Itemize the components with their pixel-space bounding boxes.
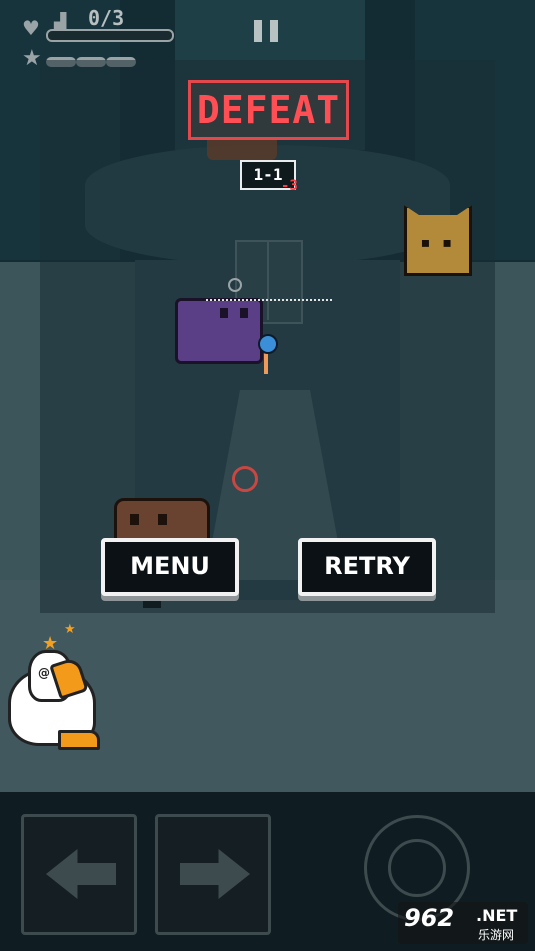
robot-eye — [240, 308, 248, 318]
dizzy-star-icon: ★ — [64, 622, 76, 637]
lollipop-icon — [258, 334, 278, 354]
arrow-left-icon — [46, 849, 116, 899]
robot-antenna — [228, 278, 242, 292]
watermark-suffix: .NET — [476, 906, 518, 925]
pause-button[interactable] — [250, 16, 282, 46]
watermark-number: 962 — [404, 904, 455, 932]
purple-robot — [175, 298, 263, 364]
heart-icon: ♥ — [22, 16, 40, 40]
bear-eye — [158, 514, 167, 525]
robot-eye — [220, 308, 228, 318]
cat-face: ▪ ▪ — [420, 232, 453, 253]
move-right-button[interactable] — [155, 814, 271, 935]
bear-eye — [130, 514, 139, 525]
menu-button[interactable]: MENU — [101, 538, 239, 596]
dotted-line — [206, 299, 332, 301]
retry-button[interactable]: RETRY — [298, 538, 436, 596]
jump-button-inner[interactable] — [388, 839, 446, 897]
pause-icon-bar — [254, 20, 262, 42]
dizzy-star-icon: ★ — [42, 633, 59, 654]
defeat-title: DEFEAT — [196, 88, 341, 132]
move-left-button[interactable] — [21, 814, 137, 935]
duck-dizzy-eye-icon: @ — [38, 666, 50, 680]
pause-icon-bar — [270, 20, 278, 42]
star-icon: ★ — [22, 46, 42, 71]
health-bar — [46, 29, 174, 42]
arrow-right-icon — [180, 849, 250, 899]
watermark-chinese: 乐游网 — [478, 928, 515, 942]
level-delta: -3 — [281, 178, 298, 194]
duck-foot — [58, 730, 100, 750]
ring-icon — [232, 466, 258, 492]
duck-counter: 0/3 — [88, 6, 125, 30]
